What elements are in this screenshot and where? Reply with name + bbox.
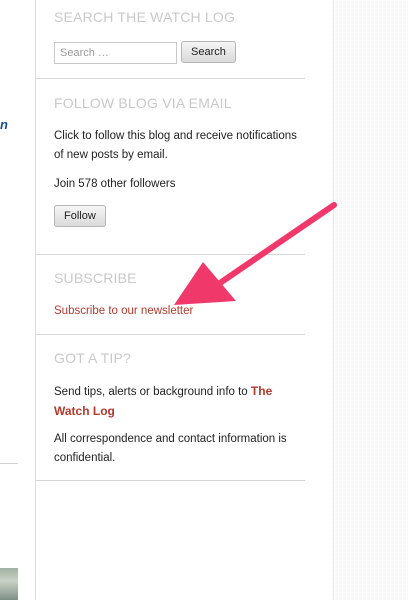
follow-description: Click to follow this blog and receive no… bbox=[54, 130, 297, 161]
tip-text-before: Send tips, alerts or background info to bbox=[54, 386, 251, 398]
tip-widget-title: GOT A TIP? bbox=[54, 350, 131, 366]
cropped-divider bbox=[0, 463, 18, 464]
cropped-thumbnail-image[interactable] bbox=[0, 568, 18, 600]
search-widget: SEARCH THE WATCH LOG Search bbox=[36, 0, 305, 79]
search-widget-title: SEARCH THE WATCH LOG bbox=[54, 9, 236, 25]
followers-count: Join 578 other followers bbox=[54, 178, 176, 190]
subscribe-newsletter-link[interactable]: Subscribe to our newsletter bbox=[54, 305, 193, 317]
search-input[interactable] bbox=[54, 42, 177, 64]
confidential-note: All correspondence and contact informati… bbox=[54, 433, 287, 464]
follow-email-widget: FOLLOW BLOG VIA EMAIL Click to follow th… bbox=[36, 79, 305, 255]
cropped-link-glyph[interactable]: n bbox=[0, 117, 8, 132]
subscribe-widget: SUBSCRIBE Subscribe to our newsletter bbox=[36, 255, 305, 335]
follow-widget-title: FOLLOW BLOG VIA EMAIL bbox=[54, 95, 232, 111]
search-button[interactable]: Search bbox=[181, 41, 236, 63]
content-border bbox=[333, 0, 334, 600]
got-a-tip-widget: GOT A TIP? Send tips, alerts or backgrou… bbox=[36, 335, 305, 481]
subscribe-widget-title: SUBSCRIBE bbox=[54, 270, 137, 286]
main-content-edge: n bbox=[0, 0, 36, 600]
page-background-pattern bbox=[334, 0, 408, 600]
tip-text: Send tips, alerts or background info to … bbox=[54, 382, 304, 422]
subscribe-link-wrap: Subscribe to our newsletter bbox=[54, 302, 304, 321]
follow-button[interactable]: Follow bbox=[54, 205, 106, 227]
